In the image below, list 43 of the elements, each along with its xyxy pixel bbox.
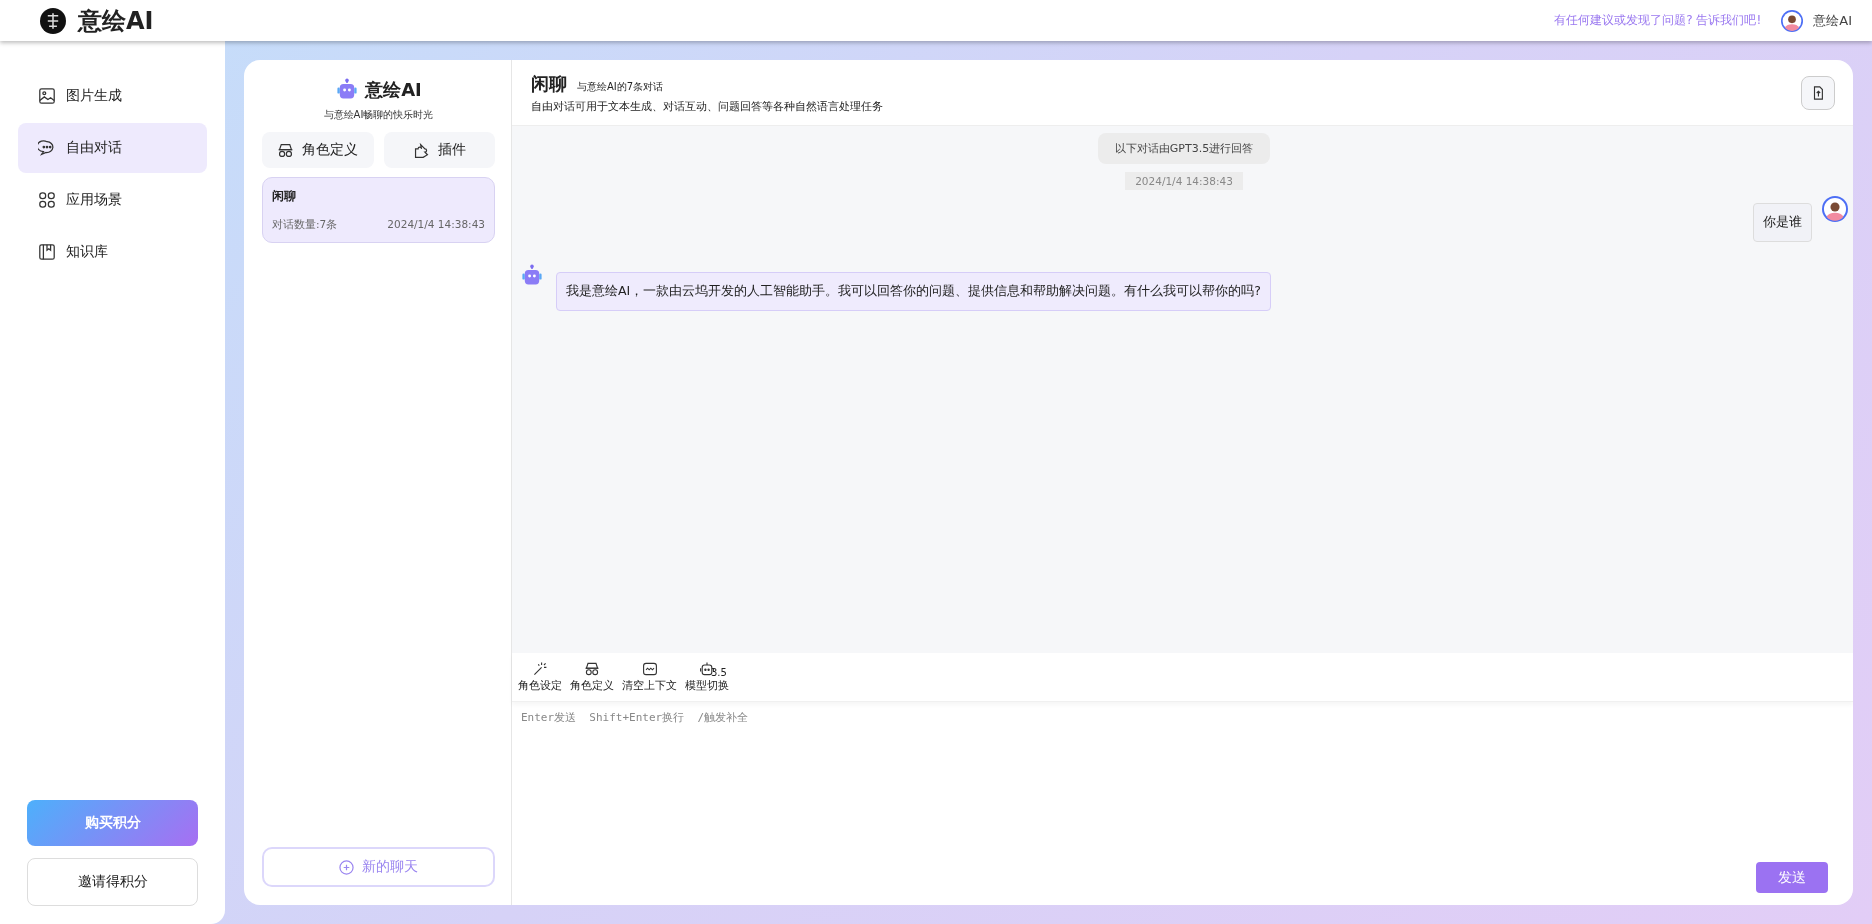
session-card[interactable]: 闲聊 对话数量:7条 2024/1/4 14:38:43 xyxy=(262,177,495,243)
user-name[interactable]: 意绘AI xyxy=(1813,11,1852,30)
model-notice: 以下对话由GPT3.5进行回答 xyxy=(1097,133,1271,164)
invite-button[interactable]: 邀请得积分 xyxy=(27,858,198,906)
nav-item[interactable]: 应用场景 xyxy=(18,175,207,225)
puzzle-icon xyxy=(412,141,430,159)
avatar-icon xyxy=(1822,196,1848,222)
clear-icon xyxy=(641,661,658,677)
magic-wand-icon xyxy=(532,661,548,677)
chat-subtitle: 与意绘AI的7条对话 xyxy=(577,79,664,94)
session-title: 闲聊 xyxy=(272,188,297,205)
tool-button[interactable]: 3.5 模型切换 xyxy=(683,661,731,693)
image-icon xyxy=(38,87,56,105)
book-icon xyxy=(38,243,56,261)
feedback-link[interactable]: 有任何建议或发现了问题? 告诉我们吧! xyxy=(1554,12,1762,29)
model-version-label: 3.5 xyxy=(711,667,727,678)
chat-title: 闲聊 xyxy=(531,71,567,96)
nav-item[interactable]: 图片生成 xyxy=(18,71,207,121)
tool-button[interactable]: 角色定义 xyxy=(568,661,616,693)
chat-bubble-icon xyxy=(38,139,56,157)
export-button[interactable] xyxy=(1801,75,1835,110)
timestamp: 2024/1/4 14:38:43 xyxy=(1125,172,1243,190)
nav-item[interactable]: 自由对话 xyxy=(18,123,207,173)
assistant-message: 我是意绘AI，一款由云坞开发的人工智能助手。我可以回答你的问题、提供信息和帮助解决问题。有什么我可以帮你的吗? xyxy=(556,272,1271,311)
grid-icon xyxy=(38,191,56,209)
plus-circle-icon xyxy=(339,859,354,875)
nav-item[interactable]: 知识库 xyxy=(18,227,207,277)
glasses-icon xyxy=(584,661,600,677)
assistant-tagline: 与意绘AI畅聊的快乐时光 xyxy=(323,108,434,122)
session-time: 2024/1/4 14:38:43 xyxy=(387,218,485,232)
app-title: 意绘AI xyxy=(78,5,154,37)
tool-button[interactable]: 清空上下文 xyxy=(620,661,679,693)
avatar-icon xyxy=(1781,9,1804,32)
assistant-name: 意绘AI xyxy=(365,78,422,102)
tool-button[interactable]: 角色设定 xyxy=(516,661,564,693)
logo-icon xyxy=(40,7,66,34)
assistant-button[interactable]: 角色定义 xyxy=(262,132,374,168)
chat-description: 自由对话可用于文本生成、对话互动、问题回答等各种自然语言处理任务 xyxy=(531,99,883,114)
glasses-icon xyxy=(277,141,295,159)
assistant-button[interactable]: 插件 xyxy=(383,132,495,168)
user-message: 你是谁 xyxy=(1753,203,1812,242)
file-upload-icon xyxy=(1811,85,1825,100)
session-count: 对话数量:7条 xyxy=(272,218,338,232)
